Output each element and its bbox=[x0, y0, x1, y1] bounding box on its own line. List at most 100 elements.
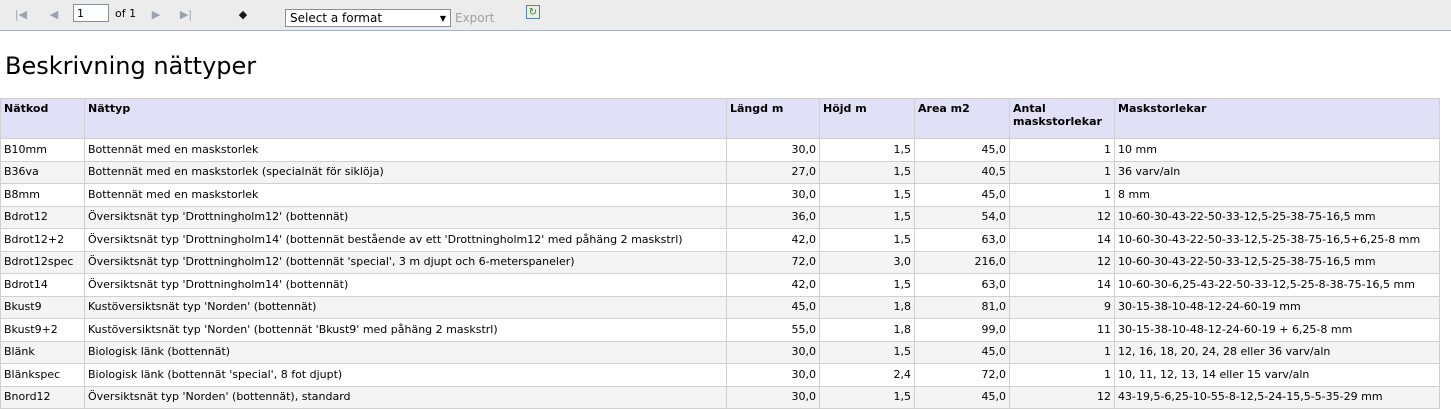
chevron-down-icon: ▼ bbox=[439, 13, 446, 23]
table-cell: 1,5 bbox=[819, 273, 915, 297]
table-cell: 14 bbox=[1009, 273, 1115, 297]
table-cell: 36,0 bbox=[726, 205, 820, 229]
table-cell: 55,0 bbox=[726, 318, 820, 342]
table-cell: 30,0 bbox=[726, 385, 820, 409]
table-cell: Biologisk länk (bottennät) bbox=[84, 340, 727, 364]
table-cell: 12 bbox=[1009, 250, 1115, 274]
table-row: Bkust9+2 Kustöversiktsnät typ 'Norden' (b… bbox=[0, 318, 1440, 342]
last-page-icon[interactable]: ▶| bbox=[178, 6, 194, 22]
page-count-label: of 1 bbox=[115, 7, 137, 20]
table-cell: Bkust9 bbox=[0, 295, 85, 319]
table-cell: 1,5 bbox=[819, 385, 915, 409]
table-row: Bdrot12 Översiktsnät typ 'Drottningholm12… bbox=[0, 205, 1440, 229]
next-page-icon[interactable]: ▶ bbox=[148, 6, 164, 22]
table-cell: 30-15-38-10-48-12-24-60-19 mm bbox=[1114, 295, 1440, 319]
column-header[interactable]: Area m2 bbox=[914, 98, 1010, 139]
table-cell: 12 bbox=[1009, 205, 1115, 229]
back-to-parent-icon[interactable]: ◆ bbox=[236, 6, 250, 22]
table-cell: 12 bbox=[1009, 385, 1115, 409]
table-cell: 54,0 bbox=[914, 205, 1010, 229]
table-cell: 63,0 bbox=[914, 228, 1010, 252]
table-cell: 10 mm bbox=[1114, 138, 1440, 162]
report-toolbar: |◀ ◀ of 1 ▶ ▶| ◆ Select a format ▼ Expor… bbox=[0, 0, 1451, 31]
table-cell: Blänkspec bbox=[0, 363, 85, 387]
table-cell: Bottennät med en maskstorlek bbox=[84, 138, 727, 162]
table-cell: 10-60-30-6,25-43-22-50-33-12,5-25-8-38-7… bbox=[1114, 273, 1440, 297]
first-page-icon[interactable]: |◀ bbox=[13, 6, 29, 22]
table-cell: 1,5 bbox=[819, 340, 915, 364]
table-cell: Kustöversiktsnät typ 'Norden' (bottennät… bbox=[84, 318, 727, 342]
table-cell: Översiktsnät typ 'Drottningholm14' (bott… bbox=[84, 273, 727, 297]
column-header[interactable]: Maskstorlekar bbox=[1114, 98, 1440, 139]
table-cell: 72,0 bbox=[914, 363, 1010, 387]
report-title: Beskrivning nättyper bbox=[5, 52, 257, 80]
table-cell: Bottennät med en maskstorlek bbox=[84, 183, 727, 207]
table-cell: Bdrot12spec bbox=[0, 250, 85, 274]
table-cell: 30,0 bbox=[726, 138, 820, 162]
table-cell: 45,0 bbox=[914, 340, 1010, 364]
table-row: Bdrot14 Översiktsnät typ 'Drottningholm14… bbox=[0, 273, 1440, 297]
table-cell: Blänk bbox=[0, 340, 85, 364]
table-cell: Bkust9+2 bbox=[0, 318, 85, 342]
table-cell: B8mm bbox=[0, 183, 85, 207]
table-row: B8mm Bottennät med en maskstorlek 30,0 1,5 4… bbox=[0, 183, 1440, 207]
table-row: B36va Bottennät med en maskstorlek (speci… bbox=[0, 160, 1440, 184]
column-header[interactable]: Nättyp bbox=[84, 98, 727, 139]
table-cell: 8 mm bbox=[1114, 183, 1440, 207]
previous-page-icon[interactable]: ◀ bbox=[46, 6, 62, 22]
refresh-icon[interactable]: ↻ bbox=[526, 5, 540, 19]
table-cell: 10-60-30-43-22-50-33-12,5-25-38-75-16,5 … bbox=[1114, 250, 1440, 274]
table-cell: Översiktsnät typ 'Drottningholm14' (bott… bbox=[84, 228, 727, 252]
table-cell: 63,0 bbox=[914, 273, 1010, 297]
table-cell: 2,4 bbox=[819, 363, 915, 387]
export-link[interactable]: Export bbox=[455, 11, 494, 25]
table-cell: 1 bbox=[1009, 183, 1115, 207]
table-cell: 1,8 bbox=[819, 295, 915, 319]
table-cell: 14 bbox=[1009, 228, 1115, 252]
table-cell: 45,0 bbox=[914, 138, 1010, 162]
table-cell: 45,0 bbox=[726, 295, 820, 319]
table-cell: 216,0 bbox=[914, 250, 1010, 274]
table-cell: 45,0 bbox=[914, 385, 1010, 409]
table-cell: B36va bbox=[0, 160, 85, 184]
table-cell: 1,5 bbox=[819, 160, 915, 184]
table-cell: 43-19,5-6,25-10-55-8-12,5-24-15,5-5-35-2… bbox=[1114, 385, 1440, 409]
table-cell: 81,0 bbox=[914, 295, 1010, 319]
table-cell: 1,5 bbox=[819, 183, 915, 207]
table-cell: 1 bbox=[1009, 138, 1115, 162]
table-cell: Bdrot14 bbox=[0, 273, 85, 297]
table-cell: 99,0 bbox=[914, 318, 1010, 342]
table-cell: 10-60-30-43-22-50-33-12,5-25-38-75-16,5 … bbox=[1114, 205, 1440, 229]
table-cell: Översiktsnät typ 'Drottningholm12' (bott… bbox=[84, 205, 727, 229]
table-row: B10mm Bottennät med en maskstorlek 30,0 1,5… bbox=[0, 138, 1440, 162]
table-cell: Bdrot12 bbox=[0, 205, 85, 229]
column-header[interactable]: Höjd m bbox=[819, 98, 915, 139]
table-row: Bdrot12spec Översiktsnät typ 'Drottningho… bbox=[0, 250, 1440, 274]
table-cell: 42,0 bbox=[726, 273, 820, 297]
table-cell: 3,0 bbox=[819, 250, 915, 274]
table-cell: 12, 16, 18, 20, 24, 28 eller 36 varv/aln bbox=[1114, 340, 1440, 364]
table-cell: 1,5 bbox=[819, 228, 915, 252]
table-cell: 72,0 bbox=[726, 250, 820, 274]
table-cell: Kustöversiktsnät typ 'Norden' (bottennät… bbox=[84, 295, 727, 319]
table-cell: Bottennät med en maskstorlek (specialnät… bbox=[84, 160, 727, 184]
column-header[interactable]: Längd m bbox=[726, 98, 820, 139]
table-cell: 10, 11, 12, 13, 14 eller 15 varv/aln bbox=[1114, 363, 1440, 387]
table-cell: Biologisk länk (bottennät 'special', 8 f… bbox=[84, 363, 727, 387]
column-header[interactable]: Antal maskstorlekar bbox=[1009, 98, 1115, 139]
table-cell: 30,0 bbox=[726, 363, 820, 387]
table-cell: 1 bbox=[1009, 340, 1115, 364]
table-header-row: Nätkod Nättyp Längd m Höjd m Area m2 Ant… bbox=[0, 98, 1440, 139]
table-cell: 1,8 bbox=[819, 318, 915, 342]
page-number-input[interactable] bbox=[73, 4, 109, 22]
table-cell: B10mm bbox=[0, 138, 85, 162]
table-row: Bdrot12+2 Översiktsnät typ 'Drottningholm… bbox=[0, 228, 1440, 252]
table-row: Blänkspec Biologisk länk (bottennät 'spec… bbox=[0, 363, 1440, 387]
export-format-select[interactable]: Select a format ▼ bbox=[285, 9, 451, 27]
table-cell: 1 bbox=[1009, 363, 1115, 387]
table-row: Bnord12 Översiktsnät typ 'Norden' (botten… bbox=[0, 385, 1440, 409]
table-cell: 30,0 bbox=[726, 183, 820, 207]
table-cell: Översiktsnät typ 'Drottningholm12' (bott… bbox=[84, 250, 727, 274]
table-cell: 9 bbox=[1009, 295, 1115, 319]
column-header[interactable]: Nätkod bbox=[0, 98, 85, 139]
